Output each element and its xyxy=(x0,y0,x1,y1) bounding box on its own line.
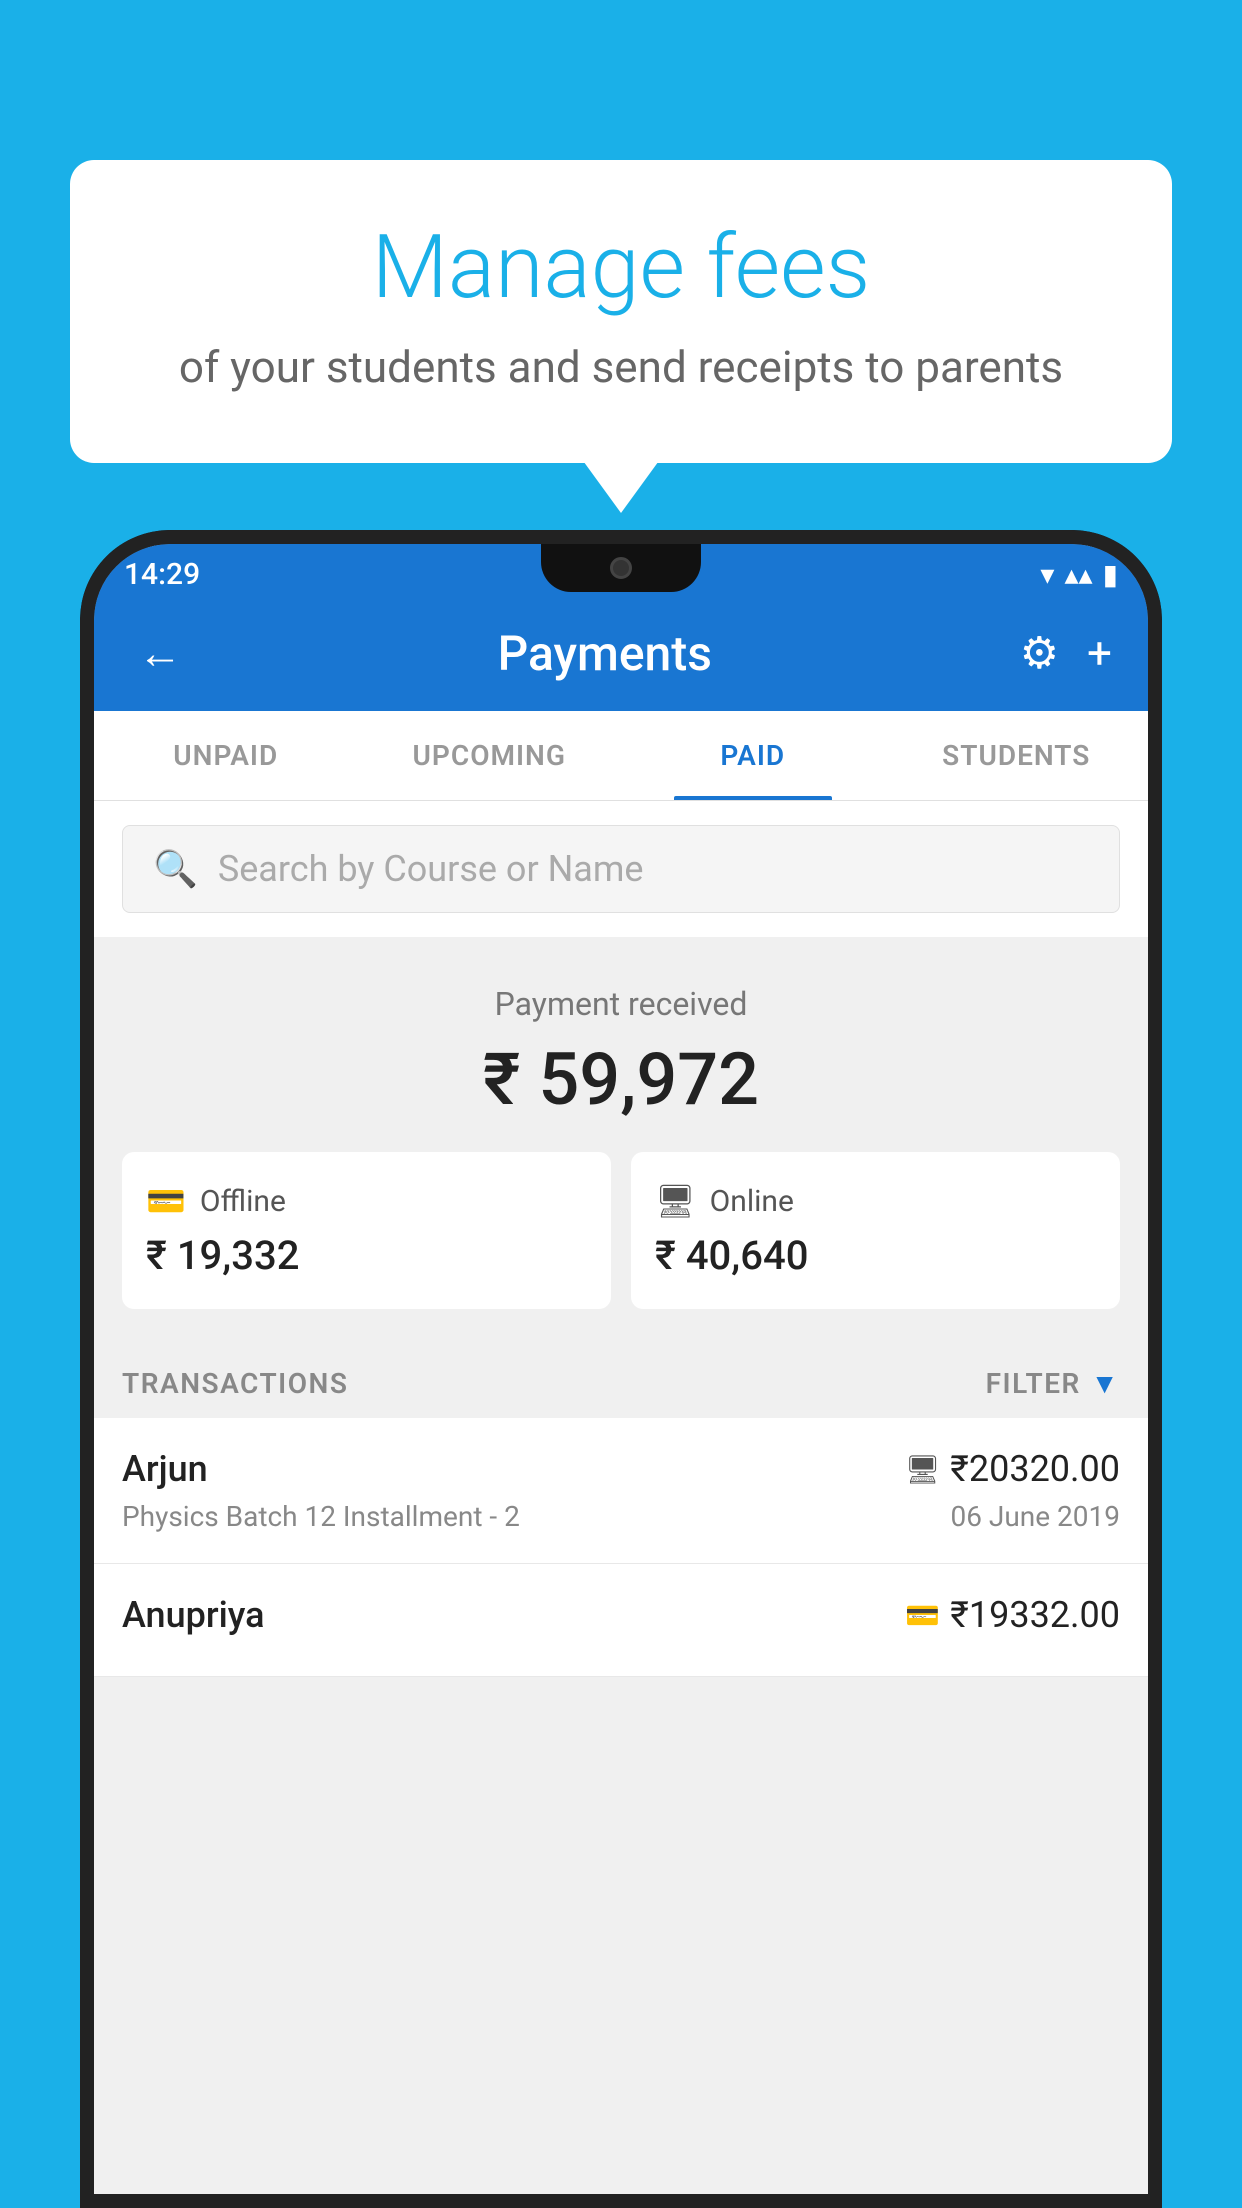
speech-bubble-container: Manage fees of your students and send re… xyxy=(70,160,1172,463)
subtext: of your students and send receipts to pa… xyxy=(150,341,1092,393)
settings-button[interactable]: ⚙ xyxy=(1020,627,1059,679)
offline-icon: 💳 xyxy=(146,1182,186,1220)
phone-frame: 14:29 ▾ ▴▴ ▮ ← Payments ⚙ + UNPAID UPCOM… xyxy=(80,530,1162,2208)
status-icons: ▾ ▴▴ ▮ xyxy=(1040,558,1118,591)
search-container: 🔍 Search by Course or Name xyxy=(94,801,1148,937)
topbar-icons: ⚙ + xyxy=(1020,627,1112,679)
transaction-name-anupriya: Anupriya xyxy=(122,1594,265,1636)
transaction-top-anupriya: Anupriya 💳 ₹19332.00 xyxy=(122,1594,1120,1636)
payment-received-block: Payment received ₹ 59,972 💳 Offline ₹ 19… xyxy=(94,945,1148,1339)
battery-icon: ▮ xyxy=(1103,558,1118,591)
transaction-bottom-arjun: Physics Batch 12 Installment - 2 06 June… xyxy=(122,1500,1120,1533)
transactions-label: TRANSACTIONS xyxy=(122,1367,348,1400)
online-card: 🖥 Online ₹ 40,640 xyxy=(631,1152,1120,1309)
tab-students[interactable]: STUDENTS xyxy=(885,711,1149,800)
transaction-amount-anupriya: 💳 ₹19332.00 xyxy=(905,1594,1120,1636)
offline-card-header: 💳 Offline xyxy=(146,1182,587,1220)
back-button[interactable]: ← xyxy=(130,619,190,687)
amount-anupriya: ₹19332.00 xyxy=(950,1594,1120,1636)
filter-label: FILTER xyxy=(986,1367,1081,1400)
transaction-name-arjun: Arjun xyxy=(122,1448,208,1490)
offline-label: Offline xyxy=(200,1184,286,1219)
signal-icon: ▴▴ xyxy=(1064,558,1092,591)
payment-type-icon-arjun: 🖥 xyxy=(905,1453,941,1486)
transaction-amount-arjun: 🖥 ₹20320.00 xyxy=(905,1448,1120,1490)
filter-button[interactable]: FILTER ▼ xyxy=(986,1367,1120,1400)
amount-arjun: ₹20320.00 xyxy=(950,1448,1120,1490)
date-arjun: 06 June 2019 xyxy=(950,1500,1120,1533)
search-icon: 🔍 xyxy=(153,848,198,890)
online-amount: ₹ 40,640 xyxy=(655,1232,1096,1279)
transactions-header: TRANSACTIONS FILTER ▼ xyxy=(94,1339,1148,1418)
payment-type-icon-anupriya: 💳 xyxy=(905,1599,940,1632)
tab-upcoming[interactable]: UPCOMING xyxy=(358,711,622,800)
offline-amount: ₹ 19,332 xyxy=(146,1232,587,1279)
tabs-bar: UNPAID UPCOMING PAID STUDENTS xyxy=(94,711,1148,801)
app-content: ← Payments ⚙ + UNPAID UPCOMING PAID STUD… xyxy=(94,544,1148,2208)
online-icon: 🖥 xyxy=(655,1182,696,1220)
course-arjun: Physics Batch 12 Installment - 2 xyxy=(122,1500,520,1533)
table-row[interactable]: Anupriya 💳 ₹19332.00 xyxy=(94,1564,1148,1677)
add-button[interactable]: + xyxy=(1087,627,1112,679)
page-title: Payments xyxy=(190,625,1020,682)
camera xyxy=(610,557,632,579)
wifi-icon: ▾ xyxy=(1040,558,1054,591)
status-time: 14:29 xyxy=(124,557,200,592)
app-body: 🔍 Search by Course or Name Payment recei… xyxy=(94,801,1148,2208)
payment-amount-total: ₹ 59,972 xyxy=(122,1037,1120,1122)
phone-notch xyxy=(541,544,701,592)
search-bar[interactable]: 🔍 Search by Course or Name xyxy=(122,825,1120,913)
online-label: Online xyxy=(710,1184,794,1219)
filter-icon: ▼ xyxy=(1091,1367,1120,1400)
payment-cards-row: 💳 Offline ₹ 19,332 🖥 Online ₹ 40,640 xyxy=(122,1152,1120,1309)
tab-unpaid[interactable]: UNPAID xyxy=(94,711,358,800)
headline: Manage fees xyxy=(150,220,1092,317)
transaction-top-arjun: Arjun 🖥 ₹20320.00 xyxy=(122,1448,1120,1490)
payment-received-label: Payment received xyxy=(122,985,1120,1023)
tab-paid[interactable]: PAID xyxy=(621,711,885,800)
offline-card: 💳 Offline ₹ 19,332 xyxy=(122,1152,611,1309)
speech-bubble: Manage fees of your students and send re… xyxy=(70,160,1172,463)
online-card-header: 🖥 Online xyxy=(655,1182,1096,1220)
table-row[interactable]: Arjun 🖥 ₹20320.00 Physics Batch 12 Insta… xyxy=(94,1418,1148,1564)
search-input[interactable]: Search by Course or Name xyxy=(218,848,644,890)
